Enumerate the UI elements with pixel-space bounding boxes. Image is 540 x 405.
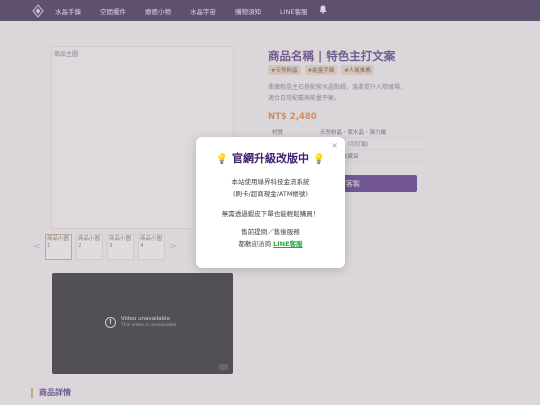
modal-title: 💡 官網升級改版中 💡 bbox=[196, 150, 345, 166]
line-service-link[interactable]: LINE客服 bbox=[273, 240, 302, 248]
modal-line: 都歡迎洽詢 LINE客服 bbox=[196, 238, 345, 250]
modal-line: 無需透過蝦皮下單也能輕鬆購買！ bbox=[221, 210, 320, 218]
modal-payment-info: 本站使用綠界科技金流系統 (刷卡/超商現金/ATM帳號) bbox=[196, 176, 345, 200]
announcement-modal: × 💡 官網升級改版中 💡 本站使用綠界科技金流系統 (刷卡/超商現金/ATM帳… bbox=[196, 137, 345, 268]
modal-line: 售前提問／售後服務 bbox=[241, 228, 300, 236]
modal-service-info: 售前提問／售後服務 都歡迎洽詢 LINE客服 bbox=[196, 226, 345, 250]
lightbulb-icon: 💡 bbox=[312, 154, 326, 165]
lightbulb-icon: 💡 bbox=[215, 154, 229, 165]
modal-line: (刷卡/超商現金/ATM帳號) bbox=[233, 190, 308, 198]
modal-title-text: 官網升級改版中 bbox=[232, 152, 309, 165]
modal-line-prefix: 都歡迎洽詢 bbox=[238, 240, 271, 248]
modal-line: 本站使用綠界科技金流系統 bbox=[231, 178, 310, 186]
close-icon[interactable]: × bbox=[331, 141, 338, 150]
